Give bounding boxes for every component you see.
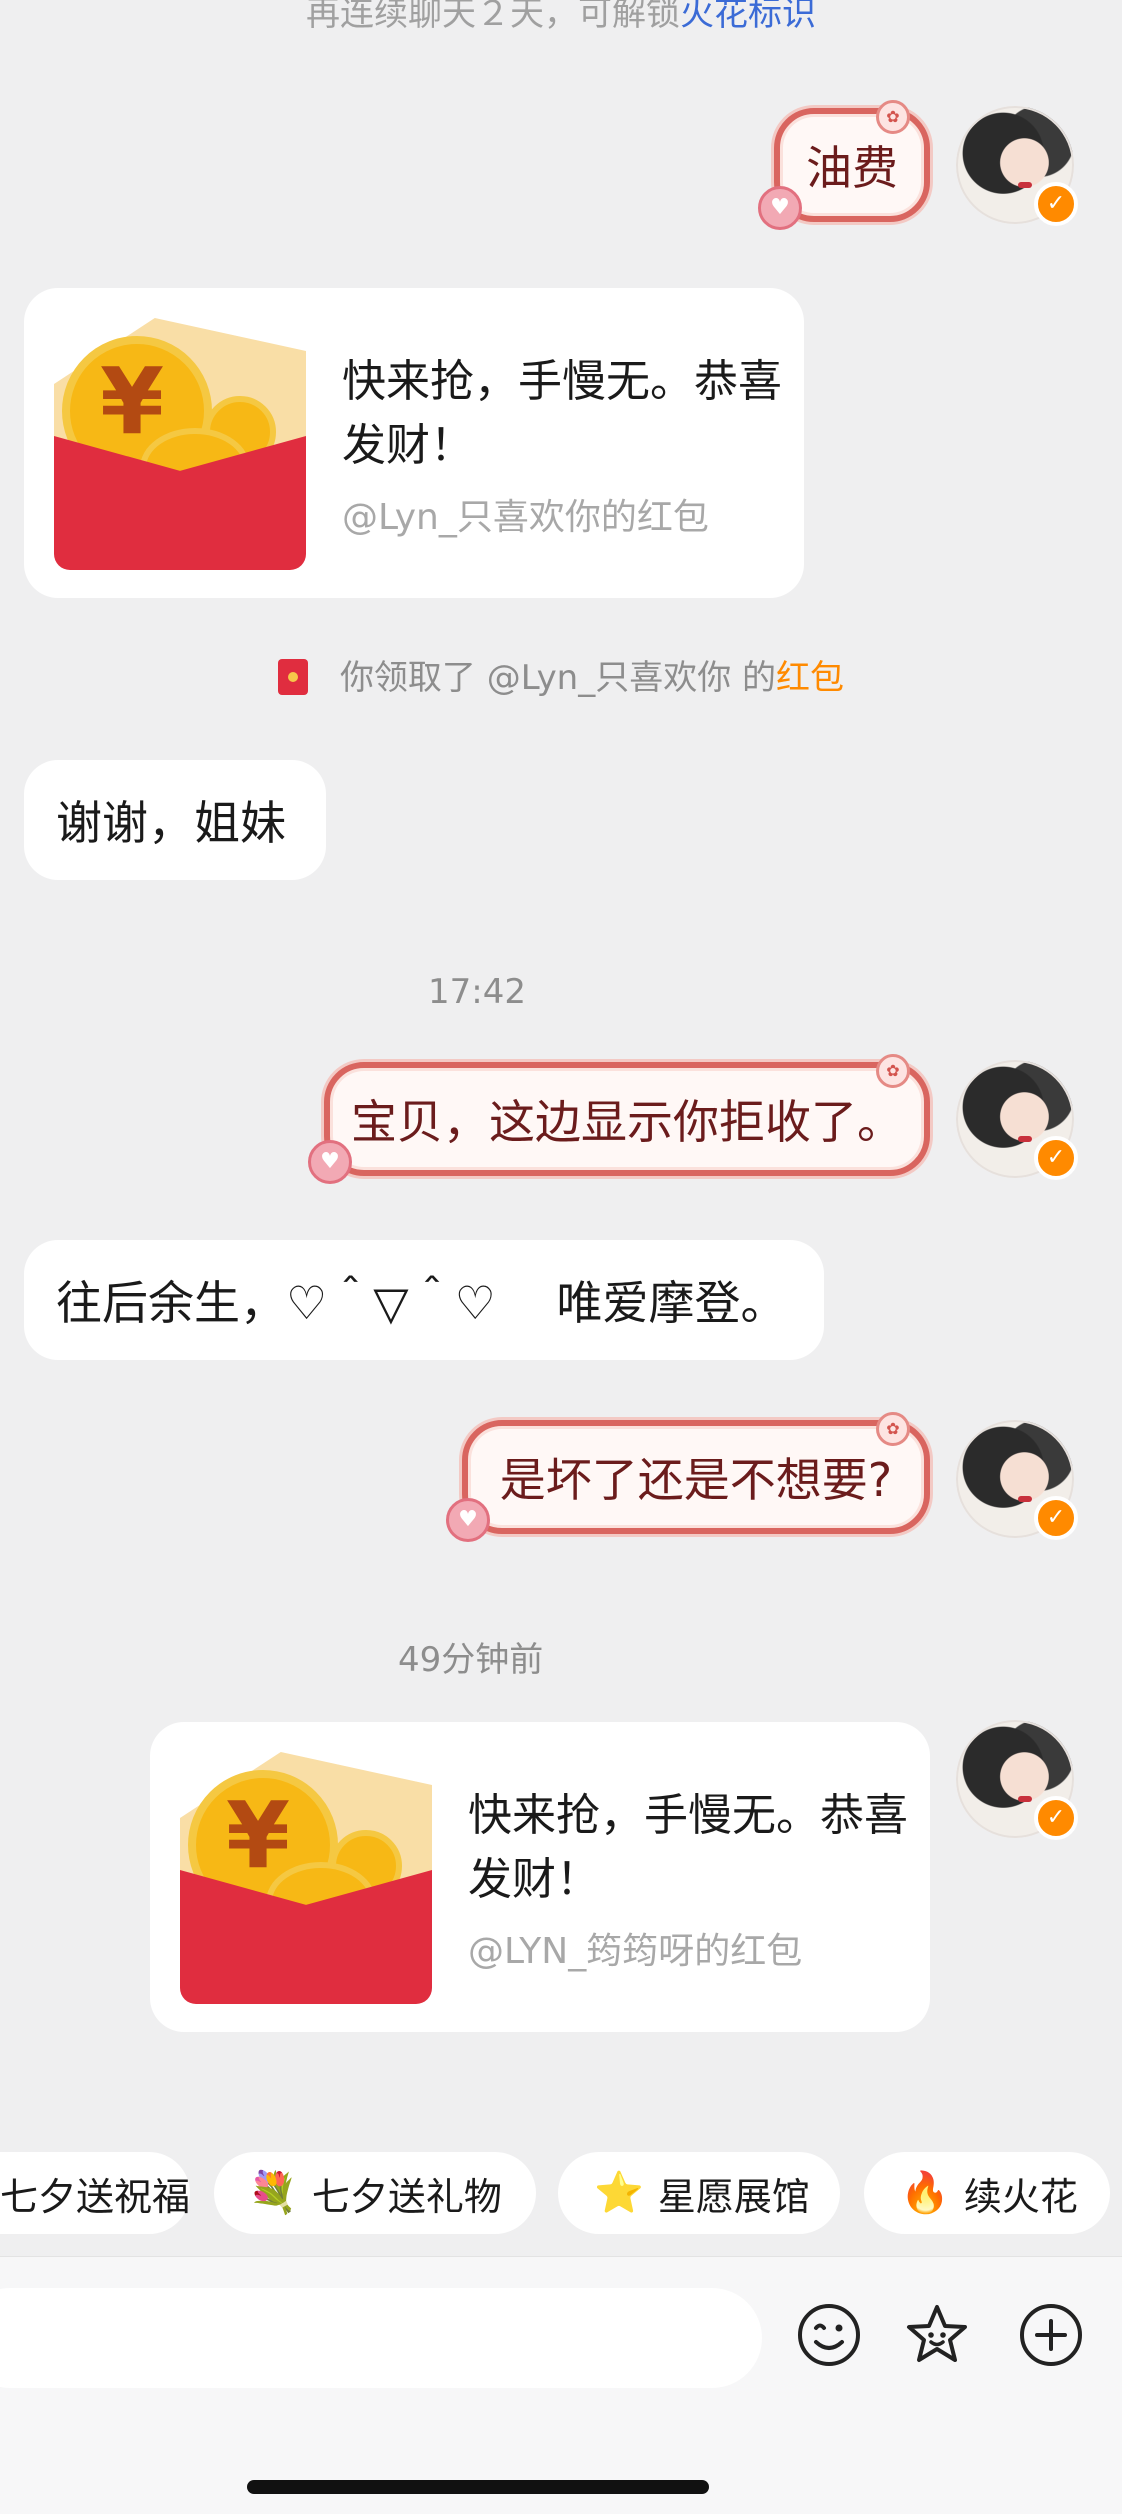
message-text: 谢谢，姐妹	[56, 796, 286, 850]
chip-continue-spark[interactable]: 🔥 续火花	[864, 2152, 1110, 2234]
red-packet-link[interactable]: 红包	[776, 658, 844, 698]
red-packet-title: 快来抢，手慢无。恭喜发财！	[468, 1790, 908, 1905]
timestamp: 17:42	[428, 972, 526, 1012]
red-packet-card[interactable]: ¥ 快来抢，手慢无。恭喜发财！ @LYN_筠筠呀的红包	[150, 1722, 930, 2032]
message-text: 是坏了还是不想要?	[499, 1453, 893, 1507]
fire-icon: 🔥	[900, 2170, 950, 2216]
chat-hint: 再连续聊天２天，可解锁火花标识	[0, 0, 1122, 35]
heart-decoration-icon: ♥	[308, 1140, 352, 1184]
message-bubble[interactable]: 谢谢，姐妹	[24, 760, 326, 880]
message-input[interactable]	[0, 2288, 762, 2388]
message-bubble[interactable]: 宝贝，这边显示你拒收了。 ♥ ✿	[308, 1054, 930, 1184]
system-notice: 你领取了 @Lyn_只喜欢你 的红包	[0, 650, 1122, 699]
timestamp: 49分钟前	[398, 1640, 544, 1680]
my-avatar[interactable]: ✓	[956, 1060, 1078, 1180]
sticker-icon[interactable]	[904, 2302, 970, 2368]
verified-badge-icon: ✓	[1034, 182, 1078, 226]
message-text: 往后余生，♡＾▽＾♡ 唯爱摩登。	[56, 1276, 787, 1330]
star-icon: ⭐	[594, 2170, 644, 2216]
bouquet-icon: 💐	[248, 2170, 298, 2216]
chip-label: 七夕送礼物	[311, 2174, 502, 2219]
chip-star-gallery[interactable]: ⭐ 星愿展馆	[558, 2152, 840, 2234]
notice-text: 你领取了 @Lyn_只喜欢你 的	[339, 658, 777, 698]
chip-label: 七夕送祝福	[0, 2174, 191, 2219]
spark-link[interactable]: 火花标识	[680, 0, 816, 34]
red-packet-card[interactable]: ¥ 快来抢，手慢无。恭喜发财！ @Lyn_只喜欢你的红包	[24, 288, 804, 598]
message-bubble[interactable]: 油费 ♥ ✿	[758, 100, 930, 230]
my-avatar[interactable]: ✓	[956, 1420, 1078, 1540]
message-text: 宝贝，这边显示你拒收了。	[351, 1095, 903, 1149]
my-avatar[interactable]: ✓	[956, 1720, 1078, 1840]
plus-icon[interactable]	[1018, 2302, 1084, 2368]
chip-label: 星愿展馆	[657, 2174, 810, 2219]
heart-decoration-icon: ♥	[446, 1498, 490, 1542]
red-packet-sender: @LYN_筠筠呀的红包	[468, 1931, 803, 1972]
hint-text: 再连续聊天２天，可解锁	[306, 0, 680, 34]
red-envelope-icon: ¥	[180, 1752, 432, 2004]
verified-badge-icon: ✓	[1034, 1136, 1078, 1180]
my-avatar[interactable]: ✓	[956, 106, 1078, 226]
verified-badge-icon: ✓	[1034, 1496, 1078, 1540]
red-packet-title: 快来抢，手慢无。恭喜发财！	[342, 356, 782, 471]
heart-decoration-icon: ♥	[758, 186, 802, 230]
flower-decoration-icon: ✿	[876, 1412, 910, 1446]
red-packet-icon	[277, 659, 308, 695]
flower-decoration-icon: ✿	[876, 1054, 910, 1088]
chip-label: 续火花	[963, 2174, 1078, 2219]
message-bubble[interactable]: 往后余生，♡＾▽＾♡ 唯爱摩登。	[24, 1240, 824, 1360]
red-envelope-icon: ¥	[54, 318, 306, 570]
message-bubble[interactable]: 是坏了还是不想要? ♥ ✿	[446, 1412, 930, 1542]
chip-qixi-wishes[interactable]: 七夕送祝福	[0, 2152, 190, 2234]
home-indicator[interactable]	[247, 2480, 709, 2494]
emoji-icon[interactable]	[796, 2302, 862, 2368]
red-packet-sender: @Lyn_只喜欢你的红包	[342, 497, 709, 538]
chip-qixi-gift[interactable]: 💐 七夕送礼物	[214, 2152, 536, 2234]
verified-badge-icon: ✓	[1034, 1796, 1078, 1840]
flower-decoration-icon: ✿	[876, 100, 910, 134]
